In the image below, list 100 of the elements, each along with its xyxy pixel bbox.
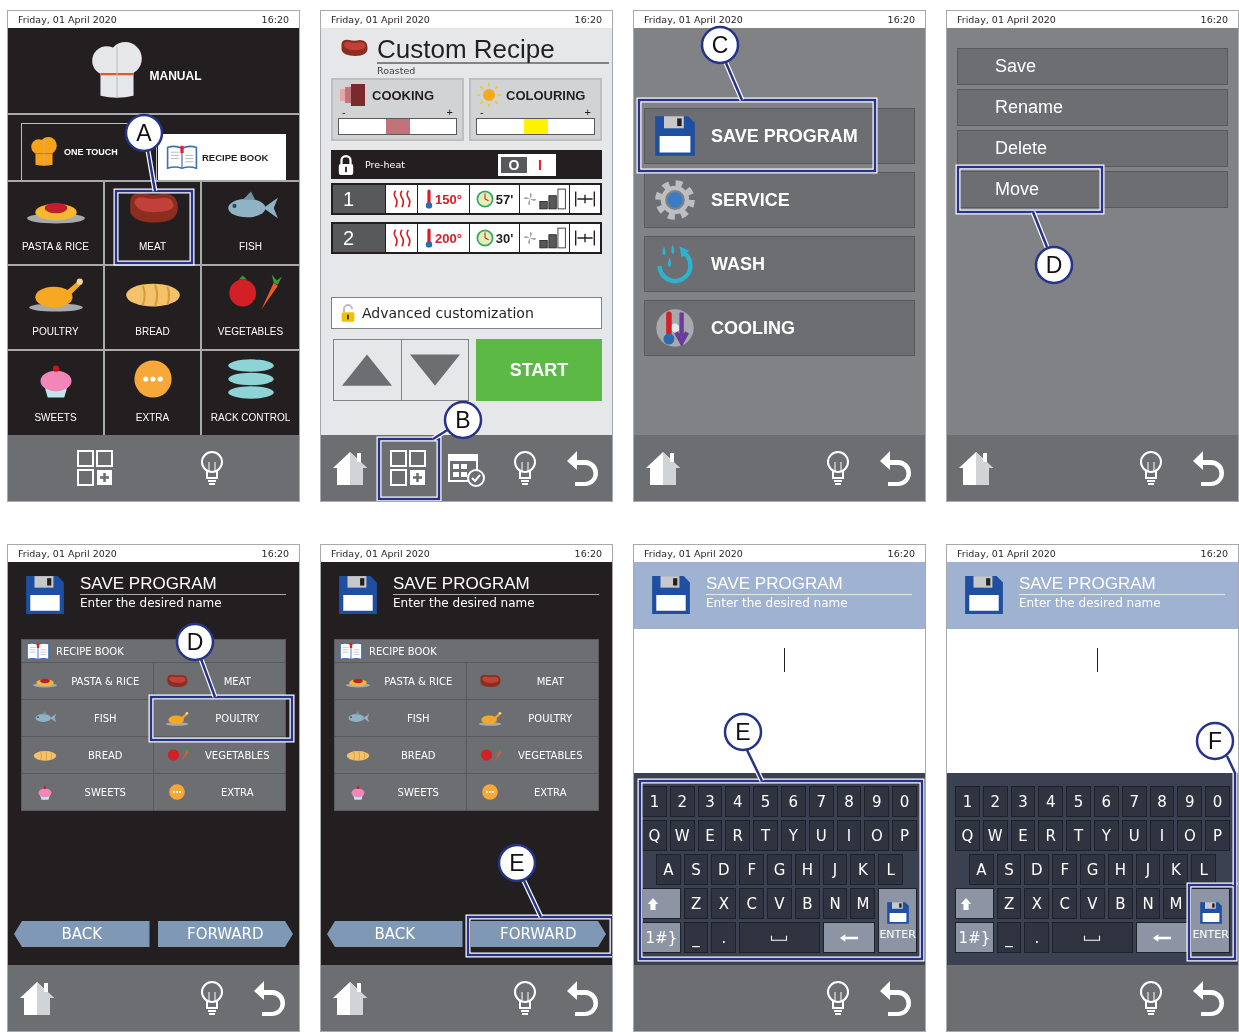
keyboard-key[interactable]: N: [1135, 888, 1161, 919]
keyboard-key[interactable]: .: [711, 922, 737, 953]
keyboard-key[interactable]: A: [655, 854, 681, 885]
keyboard-key[interactable]: 6: [781, 786, 806, 817]
keyboard-key[interactable]: J: [1135, 854, 1161, 885]
keyboard-key[interactable]: 3: [1010, 786, 1036, 817]
keyboard-key[interactable]: 0: [1205, 786, 1230, 817]
keyboard-key[interactable]: O: [1177, 820, 1203, 851]
toggle-switch[interactable]: O I: [498, 153, 556, 176]
keyboard-key[interactable]: J: [822, 854, 848, 885]
menu-item[interactable]: WASH: [644, 236, 915, 292]
advanced-button[interactable]: Advanced customization: [331, 297, 602, 329]
backspace-key[interactable]: [822, 922, 876, 953]
tab[interactable]: RECIPE BOOK: [157, 134, 286, 180]
category-tile[interactable]: BREAD: [22, 736, 154, 773]
keyboard-key[interactable]: S: [996, 854, 1022, 885]
keyboard-key[interactable]: G: [767, 854, 792, 885]
keyboard-key[interactable]: 3: [697, 786, 723, 817]
keyboard-key[interactable]: A: [968, 854, 994, 885]
keyboard-key[interactable]: Y: [781, 820, 806, 851]
keyboard-key[interactable]: .: [1024, 922, 1050, 953]
keyboard-key[interactable]: C: [739, 888, 765, 919]
category-tile[interactable]: BREAD: [335, 736, 467, 773]
keyboard-key[interactable]: P: [1205, 820, 1230, 851]
keyboard-key[interactable]: U: [808, 820, 834, 851]
keyboard-key[interactable]: B: [794, 888, 820, 919]
keyboard-key[interactable]: O: [864, 820, 890, 851]
keyboard-key[interactable]: T: [1066, 820, 1091, 851]
keyboard-key[interactable]: Z: [683, 888, 709, 919]
keyboard-key[interactable]: H: [794, 854, 820, 885]
keyboard-key[interactable]: U: [1121, 820, 1147, 851]
keyboard-key[interactable]: L: [1191, 854, 1217, 885]
category-tile[interactable]: SWEETS: [22, 773, 154, 810]
slider-thumb[interactable]: [523, 119, 548, 134]
keyboard-key[interactable]: 1: [642, 786, 667, 817]
keyboard-key[interactable]: X: [1024, 888, 1050, 919]
keyboard-key[interactable]: 7: [1121, 786, 1147, 817]
menu-item[interactable]: SAVE PROGRAM: [644, 108, 915, 164]
keyboard-key[interactable]: C: [1052, 888, 1078, 919]
keyboard-key[interactable]: R: [1038, 820, 1064, 851]
keyboard-key[interactable]: H: [1107, 854, 1133, 885]
keyboard-key[interactable]: M: [1163, 888, 1189, 919]
menu-item[interactable]: COOLING: [644, 300, 915, 356]
keyboard-key[interactable]: 6: [1094, 786, 1119, 817]
keyboard-key[interactable]: I: [836, 820, 862, 851]
menu-item[interactable]: Rename: [957, 89, 1228, 126]
add-grid-icon[interactable]: [388, 448, 429, 488]
keyboard-key[interactable]: 5: [1066, 786, 1091, 817]
category-tile[interactable]: RACK CONTROL: [202, 350, 299, 435]
category-tile[interactable]: FISH: [335, 699, 467, 736]
category-tile[interactable]: POULTRY: [8, 266, 105, 351]
keyboard-key[interactable]: F: [739, 854, 765, 885]
menu-item[interactable]: Save: [957, 48, 1228, 85]
keyboard-key[interactable]: Q: [642, 820, 667, 851]
keyboard-key[interactable]: 2: [982, 786, 1008, 817]
phase-row[interactable]: 2 200° 30': [331, 222, 602, 254]
keyboard-key[interactable]: P: [892, 820, 917, 851]
menu-item[interactable]: SERVICE: [644, 172, 915, 228]
category-tile[interactable]: PASTA & RICE: [8, 182, 105, 267]
keyboard-key[interactable]: L: [878, 854, 904, 885]
shift-key[interactable]: [955, 888, 994, 919]
keyboard-key[interactable]: 4: [725, 786, 751, 817]
keyboard-key[interactable]: B: [1107, 888, 1133, 919]
keyboard-key[interactable]: Q: [955, 820, 980, 851]
keyboard-key[interactable]: _: [996, 922, 1022, 953]
keyboard-key[interactable]: I: [1149, 820, 1175, 851]
keyboard-key[interactable]: V: [767, 888, 792, 919]
keyboard-key[interactable]: M: [850, 888, 876, 919]
keyboard-key[interactable]: V: [1080, 888, 1105, 919]
keyboard-key[interactable]: K: [1163, 854, 1189, 885]
keyboard-key[interactable]: Z: [996, 888, 1022, 919]
keyboard-key[interactable]: 2: [669, 786, 695, 817]
backspace-key[interactable]: [1135, 922, 1189, 953]
keyboard-key[interactable]: 5: [753, 786, 778, 817]
keyboard-key[interactable]: K: [850, 854, 876, 885]
keyboard-key[interactable]: 7: [808, 786, 834, 817]
keyboard-key[interactable]: 9: [864, 786, 890, 817]
level-slider[interactable]: [338, 118, 457, 135]
shift-key[interactable]: [642, 888, 681, 919]
keyboard-key[interactable]: 0: [892, 786, 917, 817]
keyboard-key[interactable]: Y: [1094, 820, 1119, 851]
menu-item[interactable]: Delete: [957, 130, 1228, 167]
keyboard-key[interactable]: 9: [1177, 786, 1203, 817]
keyboard-key[interactable]: T: [753, 820, 778, 851]
add-grid-icon[interactable]: [75, 448, 116, 488]
phase-row[interactable]: 1 150° 57': [331, 183, 602, 215]
category-tile[interactable]: PASTA & RICE: [335, 662, 467, 699]
keyboard-key[interactable]: E: [1010, 820, 1036, 851]
slider-thumb[interactable]: [385, 119, 410, 134]
keyboard-key[interactable]: S: [683, 854, 709, 885]
category-tile[interactable]: BREAD: [105, 266, 202, 351]
keyboard-key[interactable]: 1: [955, 786, 980, 817]
category-tile[interactable]: FISH: [202, 182, 299, 267]
keyboard-key[interactable]: _: [683, 922, 709, 953]
level-slider[interactable]: [476, 118, 595, 135]
keyboard-key[interactable]: E: [697, 820, 723, 851]
category-tile[interactable]: MEAT: [105, 182, 202, 267]
keyboard-key[interactable]: X: [711, 888, 737, 919]
keyboard-key[interactable]: 8: [1149, 786, 1175, 817]
keyboard-key[interactable]: D: [1024, 854, 1050, 885]
